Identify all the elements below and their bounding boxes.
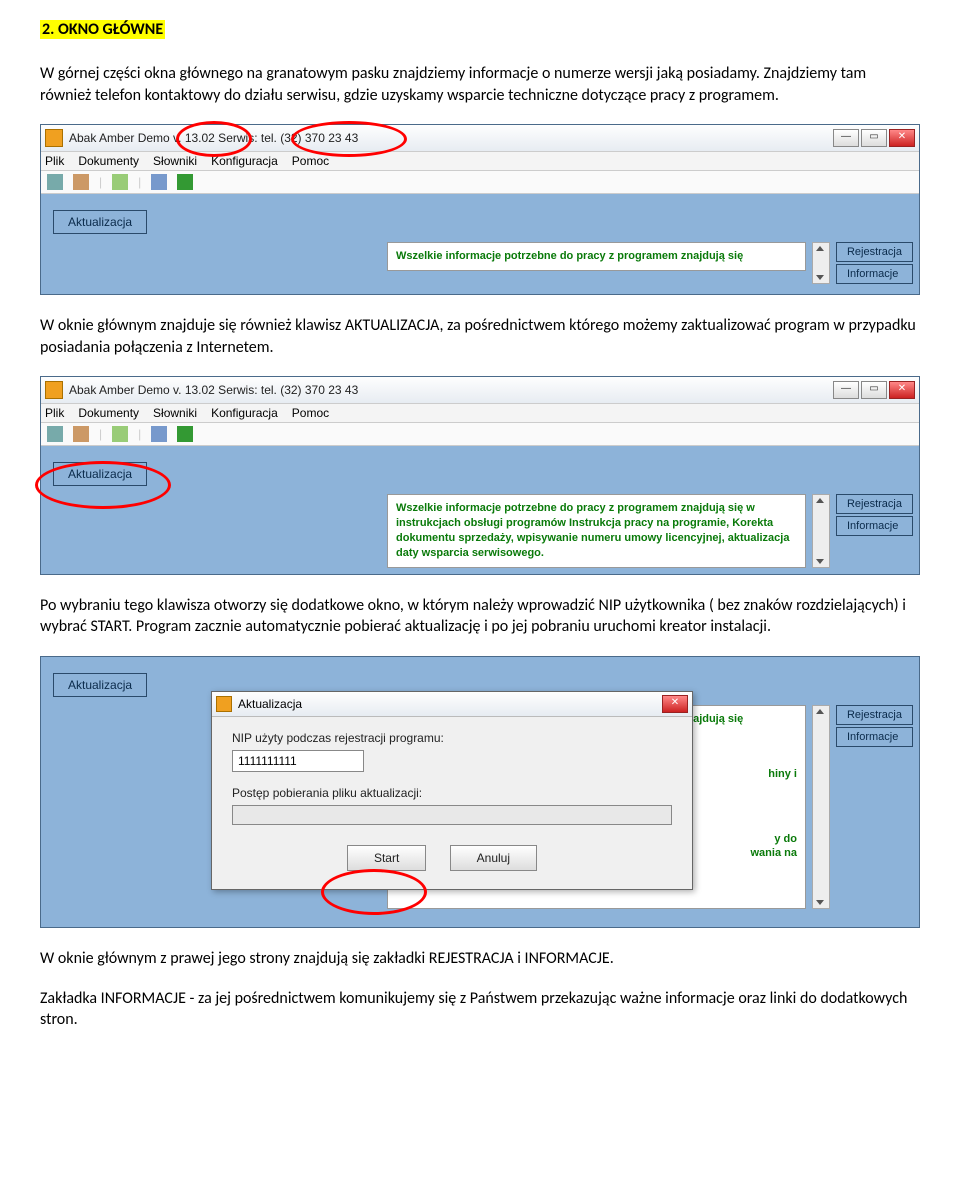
window-title: Abak Amber Demo v. 13.02 Serwis: tel. (3…	[69, 131, 831, 145]
maximize-button[interactable]: ▭	[861, 381, 887, 399]
minimize-button[interactable]: —	[833, 381, 859, 399]
toolbar-icon[interactable]	[73, 174, 89, 190]
scrollbar[interactable]	[812, 705, 830, 909]
app-window-screenshot-3: Aktualizacja Wszelkie informacje potrzeb…	[40, 656, 920, 928]
menu-plik[interactable]: Plik	[45, 406, 64, 420]
progress-bar	[232, 805, 672, 825]
window-title: Abak Amber Demo v. 13.02 Serwis: tel. (3…	[69, 383, 831, 397]
menu-konfiguracja[interactable]: Konfiguracja	[211, 406, 278, 420]
toolbar-icon[interactable]	[151, 174, 167, 190]
menu-slowniki[interactable]: Słowniki	[153, 154, 197, 168]
titlebar: Abak Amber Demo v. 13.02 Serwis: tel. (3…	[41, 377, 919, 404]
app-window-screenshot-2: Abak Amber Demo v. 13.02 Serwis: tel. (3…	[40, 376, 920, 574]
toolbar-icon[interactable]	[177, 426, 193, 442]
paragraph: W górnej części okna głównego na granato…	[40, 63, 920, 106]
paragraph: W oknie głównym z prawej jego strony zna…	[40, 948, 920, 970]
menu-dokumenty[interactable]: Dokumenty	[78, 154, 139, 168]
info-panel: Wszelkie informacje potrzebne do pracy z…	[387, 242, 806, 271]
aktualizacja-button[interactable]: Aktualizacja	[53, 673, 147, 697]
toolbar-icon[interactable]	[112, 174, 128, 190]
dialog-titlebar: Aktualizacja ✕	[212, 692, 692, 717]
aktualizacja-dialog: Aktualizacja ✕ NIP użyty podczas rejestr…	[211, 691, 693, 890]
app-window-screenshot-1: Abak Amber Demo v. 13.02 Serwis: tel. (3…	[40, 124, 920, 295]
tab-rejestracja[interactable]: Rejestracja	[836, 494, 913, 514]
toolbar-icon[interactable]	[47, 174, 63, 190]
menu-slowniki[interactable]: Słowniki	[153, 406, 197, 420]
tab-informacje[interactable]: Informacje	[836, 264, 913, 284]
close-button[interactable]: ✕	[889, 381, 915, 399]
menubar: Plik Dokumenty Słowniki Konfiguracja Pom…	[41, 404, 919, 423]
paragraph: Zakładka INFORMACJE - za jej pośrednictw…	[40, 988, 920, 1031]
toolbar-icon[interactable]	[47, 426, 63, 442]
tab-informacje[interactable]: Informacje	[836, 727, 913, 747]
app-icon	[45, 129, 63, 147]
info-panel: Wszelkie informacje potrzebne do pracy z…	[387, 494, 806, 567]
maximize-button[interactable]: ▭	[861, 129, 887, 147]
paragraph: Po wybraniu tego klawisza otworzy się do…	[40, 595, 920, 638]
dialog-title: Aktualizacja	[238, 697, 660, 711]
toolbar-icon[interactable]	[151, 426, 167, 442]
aktualizacja-button[interactable]: Aktualizacja	[53, 210, 147, 234]
body-area: Aktualizacja Wszelkie informacje potrzeb…	[41, 446, 919, 573]
close-button[interactable]: ✕	[889, 129, 915, 147]
info-fragment: y do	[774, 833, 797, 845]
menu-plik[interactable]: Plik	[45, 154, 64, 168]
tab-rejestracja[interactable]: Rejestracja	[836, 705, 913, 725]
app-icon	[45, 381, 63, 399]
titlebar: Abak Amber Demo v. 13.02 Serwis: tel. (3…	[41, 125, 919, 152]
cancel-button[interactable]: Anuluj	[450, 845, 537, 871]
toolbar-icon[interactable]	[112, 426, 128, 442]
body-area: Aktualizacja Wszelkie informacje potrzeb…	[41, 194, 919, 294]
minimize-button[interactable]: —	[833, 129, 859, 147]
toolbar: | |	[41, 171, 919, 194]
menu-pomoc[interactable]: Pomoc	[292, 154, 329, 168]
nip-label: NIP użyty podczas rejestracji programu:	[232, 731, 672, 745]
menu-dokumenty[interactable]: Dokumenty	[78, 406, 139, 420]
toolbar: | |	[41, 423, 919, 446]
progress-label: Postęp pobierania pliku aktualizacji:	[232, 786, 672, 800]
aktualizacja-button[interactable]: Aktualizacja	[53, 462, 147, 486]
toolbar-icon[interactable]	[177, 174, 193, 190]
section-heading: 2. OKNO GŁÓWNE	[40, 20, 165, 39]
start-button[interactable]: Start	[347, 845, 426, 871]
menu-pomoc[interactable]: Pomoc	[292, 406, 329, 420]
menubar: Plik Dokumenty Słowniki Konfiguracja Pom…	[41, 152, 919, 171]
scrollbar[interactable]	[812, 242, 830, 284]
info-fragment: wania na	[751, 847, 797, 859]
info-fragment: hiny i	[768, 768, 797, 780]
nip-input[interactable]	[232, 750, 364, 772]
toolbar-icon[interactable]	[73, 426, 89, 442]
paragraph: W oknie głównym znajduje się również kla…	[40, 315, 920, 358]
dialog-close-button[interactable]: ✕	[662, 695, 688, 713]
dialog-icon	[216, 696, 232, 712]
body-area: Aktualizacja Wszelkie informacje potrzeb…	[41, 657, 919, 927]
tab-informacje[interactable]: Informacje	[836, 516, 913, 536]
tab-rejestracja[interactable]: Rejestracja	[836, 242, 913, 262]
menu-konfiguracja[interactable]: Konfiguracja	[211, 154, 278, 168]
scrollbar[interactable]	[812, 494, 830, 567]
